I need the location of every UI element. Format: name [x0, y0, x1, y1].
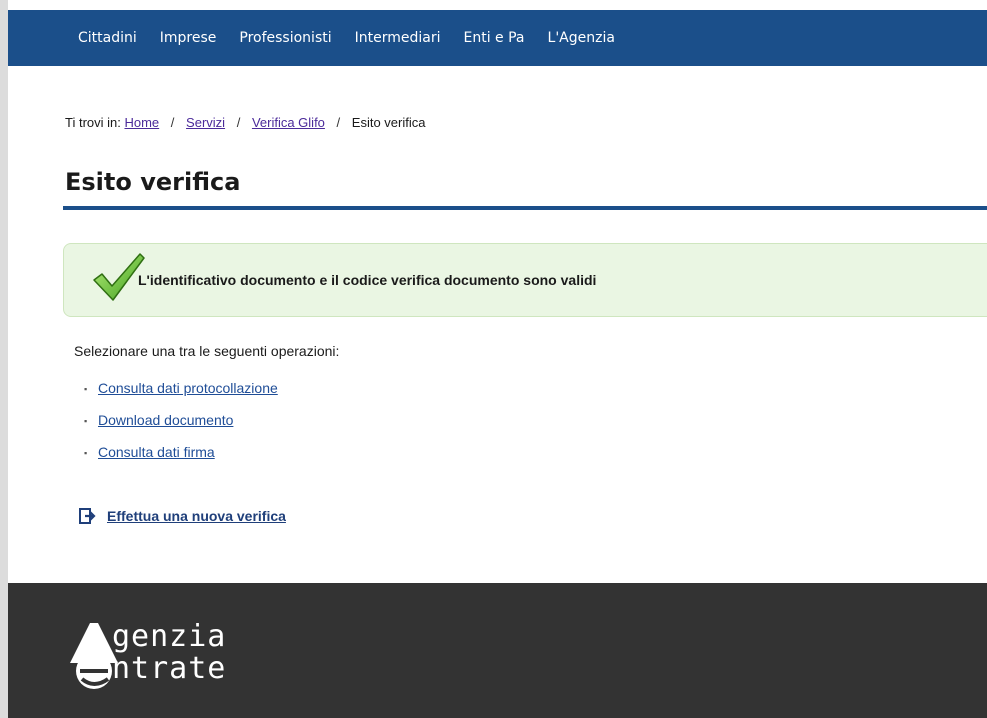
operations-intro: Selezionare una tra le seguenti operazio…: [74, 343, 340, 359]
consulta-dati-firma-link[interactable]: Consulta dati firma: [98, 444, 215, 460]
footer: genzia ntrate: [8, 583, 987, 718]
breadcrumb-link-verifica-glifo[interactable]: Verifica Glifo: [252, 115, 325, 130]
nav-item-imprese[interactable]: Imprese: [160, 30, 217, 46]
new-verification: Effettua una nuova verifica: [79, 508, 286, 524]
nav-item-professionisti[interactable]: Professionisti: [239, 30, 331, 46]
breadcrumb-separator: /: [236, 115, 241, 130]
nav-item-enti-e-pa[interactable]: Enti e Pa: [464, 30, 525, 46]
list-item: ▪ Consulta dati firma: [84, 444, 278, 476]
success-message: L'identificativo documento e il codice v…: [138, 272, 597, 288]
top-nav: Cittadini Imprese Professionisti Interme…: [8, 10, 987, 66]
download-documento-link[interactable]: Download documento: [98, 412, 233, 428]
logo-text-line1: genzia: [112, 619, 227, 654]
logo-text-line2: ntrate: [112, 651, 227, 686]
page: Cittadini Imprese Professionisti Interme…: [8, 0, 987, 718]
breadcrumb-separator: /: [336, 115, 341, 130]
operations-list: ▪ Consulta dati protocollazione ▪ Downlo…: [84, 380, 278, 476]
title-divider: [63, 206, 987, 210]
breadcrumb-link-home[interactable]: Home: [124, 115, 159, 130]
page-title: Esito verifica: [65, 168, 241, 196]
breadcrumb-current: Esito verifica: [351, 115, 426, 130]
list-item: ▪ Consulta dati protocollazione: [84, 380, 278, 412]
bullet-icon: ▪: [84, 448, 88, 458]
breadcrumb: Ti trovi in: Home / Servizi / Verifica G…: [65, 115, 426, 130]
exit-door-icon: [79, 508, 96, 524]
new-verification-link[interactable]: Effettua una nuova verifica: [107, 508, 286, 524]
bullet-icon: ▪: [84, 416, 88, 426]
breadcrumb-prefix: Ti trovi in:: [65, 115, 121, 130]
breadcrumb-separator: /: [170, 115, 175, 130]
list-item: ▪ Download documento: [84, 412, 278, 444]
consulta-dati-protocollazione-link[interactable]: Consulta dati protocollazione: [98, 380, 278, 396]
nav-item-agenzia[interactable]: L'Agenzia: [548, 30, 615, 46]
success-message-box: L'identificativo documento e il codice v…: [63, 243, 987, 317]
nav-item-cittadini[interactable]: Cittadini: [78, 30, 137, 46]
nav-item-intermediari[interactable]: Intermediari: [355, 30, 441, 46]
bullet-icon: ▪: [84, 384, 88, 394]
breadcrumb-link-servizi[interactable]: Servizi: [186, 115, 225, 130]
